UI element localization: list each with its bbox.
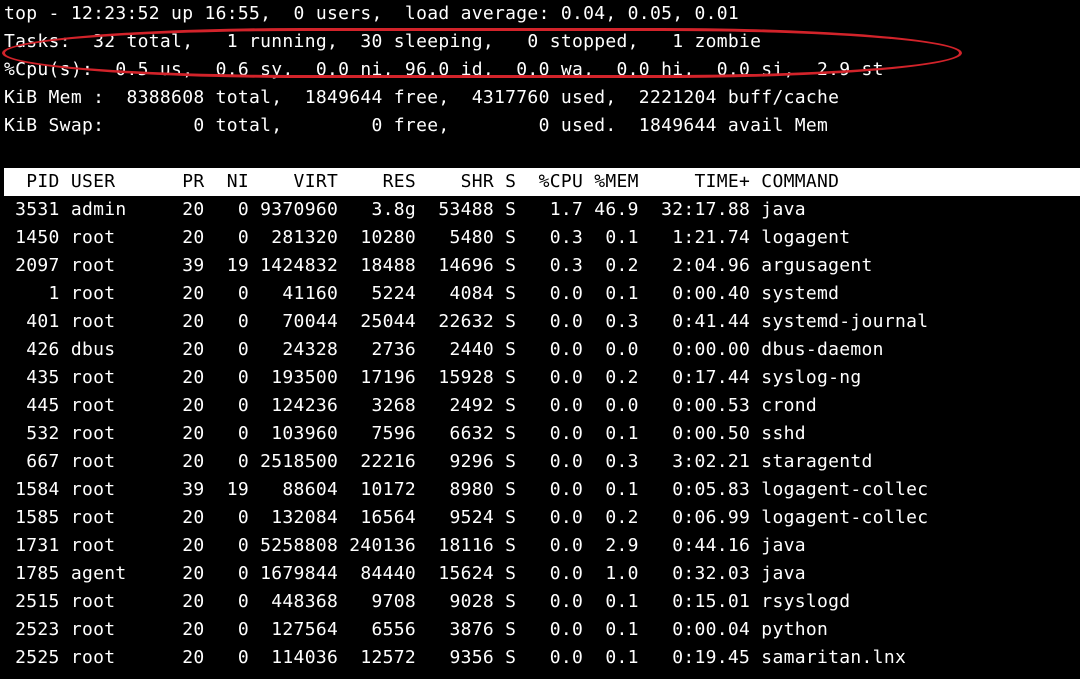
- process-row: 1 root 20 0 41160 5224 4084 S 0.0 0.1 0:…: [4, 280, 1076, 308]
- process-row: 532 root 20 0 103960 7596 6632 S 0.0 0.1…: [4, 420, 1076, 448]
- process-row: 2523 root 20 0 127564 6556 3876 S 0.0 0.…: [4, 616, 1076, 644]
- process-row: 3531 admin 20 0 9370960 3.8g 53488 S 1.7…: [4, 196, 1076, 224]
- process-row: 1785 agent 20 0 1679844 84440 15624 S 0.…: [4, 560, 1076, 588]
- process-header-row: PID USER PR NI VIRT RES SHR S %CPU %MEM …: [4, 168, 1076, 196]
- process-row: 1450 root 20 0 281320 10280 5480 S 0.3 0…: [4, 224, 1076, 252]
- process-row: 435 root 20 0 193500 17196 15928 S 0.0 0…: [4, 364, 1076, 392]
- process-row: 426 dbus 20 0 24328 2736 2440 S 0.0 0.0 …: [4, 336, 1076, 364]
- top-summary-line: top - 12:23:52 up 16:55, 0 users, load a…: [4, 0, 1076, 28]
- process-row: 1585 root 20 0 132084 16564 9524 S 0.0 0…: [4, 504, 1076, 532]
- terminal-window[interactable]: top - 12:23:52 up 16:55, 0 users, load a…: [0, 0, 1080, 679]
- mem-summary-line: KiB Mem : 8388608 total, 1849644 free, 4…: [4, 84, 1076, 112]
- process-header-text: PID USER PR NI VIRT RES SHR S %CPU %MEM …: [4, 168, 1080, 196]
- process-row: 2097 root 39 19 1424832 18488 14696 S 0.…: [4, 252, 1076, 280]
- process-row: 1731 root 20 0 5258808 240136 18116 S 0.…: [4, 532, 1076, 560]
- process-row: 445 root 20 0 124236 3268 2492 S 0.0 0.0…: [4, 392, 1076, 420]
- process-row: 401 root 20 0 70044 25044 22632 S 0.0 0.…: [4, 308, 1076, 336]
- process-row: 667 root 20 0 2518500 22216 9296 S 0.0 0…: [4, 448, 1076, 476]
- swap-summary-line: KiB Swap: 0 total, 0 free, 0 used. 18496…: [4, 112, 1076, 140]
- process-row: 2515 root 20 0 448368 9708 9028 S 0.0 0.…: [4, 588, 1076, 616]
- cpu-summary-line: %Cpu(s): 0.5 us, 0.6 sy, 0.0 ni, 96.0 id…: [4, 56, 1076, 84]
- tasks-summary-line: Tasks: 32 total, 1 running, 30 sleeping,…: [4, 28, 1076, 56]
- process-list: 3531 admin 20 0 9370960 3.8g 53488 S 1.7…: [4, 196, 1076, 672]
- process-row: 2525 root 20 0 114036 12572 9356 S 0.0 0…: [4, 644, 1076, 672]
- process-row: 1584 root 39 19 88604 10172 8980 S 0.0 0…: [4, 476, 1076, 504]
- blank-line: [4, 140, 1076, 168]
